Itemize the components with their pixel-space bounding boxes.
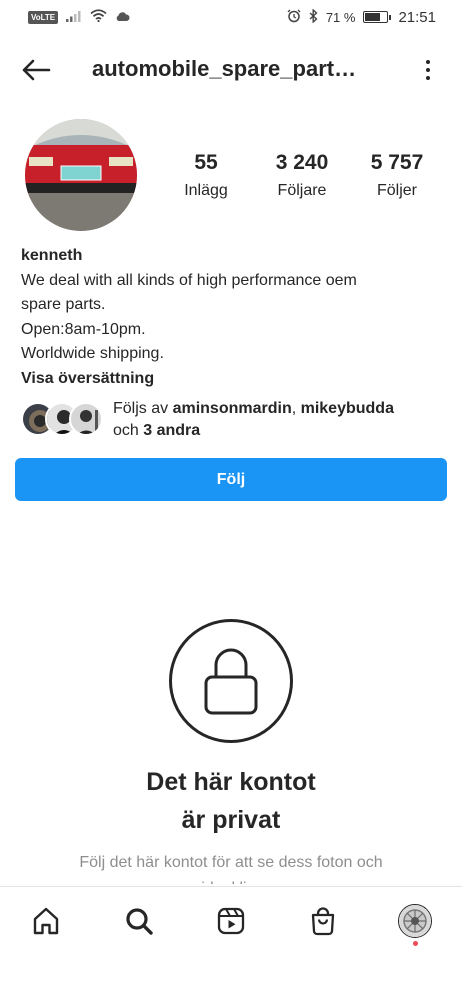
- profile-username-title: automobile_spare_part…: [92, 56, 357, 81]
- own-avatar: [398, 904, 432, 938]
- bluetooth-icon: [309, 7, 318, 26]
- lock-icon: [169, 619, 293, 743]
- followed-by-and: och: [113, 422, 144, 439]
- mutual-avatar: [69, 402, 103, 436]
- shop-icon[interactable]: [305, 903, 341, 939]
- status-left: VoLTE: [28, 9, 130, 25]
- signal-icon: [66, 9, 82, 25]
- bio-line: We deal with all kinds of high performan…: [21, 271, 357, 289]
- status-right: 71 % 21:51: [287, 7, 436, 26]
- see-translation-link[interactable]: Visa översättning: [21, 367, 441, 392]
- profile-name: kenneth: [21, 247, 83, 264]
- search-icon[interactable]: [121, 903, 157, 939]
- bio-line: spare parts.: [21, 296, 106, 313]
- cloud-icon: [115, 9, 130, 25]
- stat-following-count: 5 757: [370, 151, 424, 174]
- mutual-others-link[interactable]: 3 andra: [143, 422, 200, 439]
- clock: 21:51: [398, 8, 436, 26]
- mutual-followers-avatars: [21, 402, 105, 438]
- mutual-user-link[interactable]: mikeybudda: [301, 400, 394, 417]
- stat-followers-count: 3 240: [275, 151, 329, 174]
- more-vertical-icon[interactable]: [420, 54, 436, 86]
- stat-following[interactable]: 5 757 Följer: [347, 150, 447, 200]
- follow-button[interactable]: Följ: [15, 458, 447, 501]
- alarm-icon: [287, 9, 301, 26]
- private-account-subtitle: Följ det här kontot för att se dess foto…: [79, 854, 383, 884]
- followed-by-prefix: Följs av: [113, 400, 173, 417]
- profile-bio: kenneth We deal with all kinds of high p…: [21, 244, 441, 391]
- private-title-line: Det här kontot: [146, 768, 316, 796]
- stat-posts-count: 55: [194, 151, 218, 174]
- stat-followers-label: Följare: [277, 182, 327, 199]
- notification-dot: [413, 941, 418, 946]
- status-bar: VoLTE 71 % 21:51: [0, 0, 462, 34]
- wifi-icon: [90, 9, 107, 25]
- followed-by[interactable]: Följs av aminsonmardin, mikeybudda och 3…: [21, 398, 441, 444]
- profile-top-bar: automobile_spare_part…: [0, 40, 462, 100]
- stat-posts-label: Inlägg: [184, 182, 228, 199]
- volte-badge: VoLTE: [28, 10, 59, 24]
- private-account-title: Det här kontot är privat: [0, 763, 462, 839]
- mutual-user-link[interactable]: aminsonmardin: [173, 400, 292, 417]
- home-icon[interactable]: [28, 903, 64, 939]
- back-arrow-icon[interactable]: [18, 54, 54, 86]
- stat-following-label: Följer: [376, 182, 417, 199]
- battery-percent: 71 %: [325, 9, 356, 25]
- stat-posts[interactable]: 55 Inlägg: [156, 150, 256, 200]
- bio-line: Open:8am-10pm.: [21, 320, 146, 338]
- profile-avatar[interactable]: [25, 119, 137, 231]
- profile-avatar-tab[interactable]: [397, 903, 433, 939]
- followed-by-separator: ,: [291, 400, 301, 417]
- private-title-line: är privat: [181, 806, 281, 834]
- system-nav-space: [0, 956, 462, 1000]
- followed-by-text: Följs av aminsonmardin, mikeybudda och 3…: [113, 398, 443, 442]
- reels-icon[interactable]: [213, 903, 249, 939]
- bottom-nav: [0, 886, 462, 956]
- profile-stats: 55 Inlägg 3 240 Följare 5 757 Följer: [150, 150, 450, 210]
- stat-followers[interactable]: 3 240 Följare: [252, 150, 352, 200]
- bio-line: Worldwide shipping.: [21, 345, 164, 362]
- battery-icon: [363, 11, 392, 23]
